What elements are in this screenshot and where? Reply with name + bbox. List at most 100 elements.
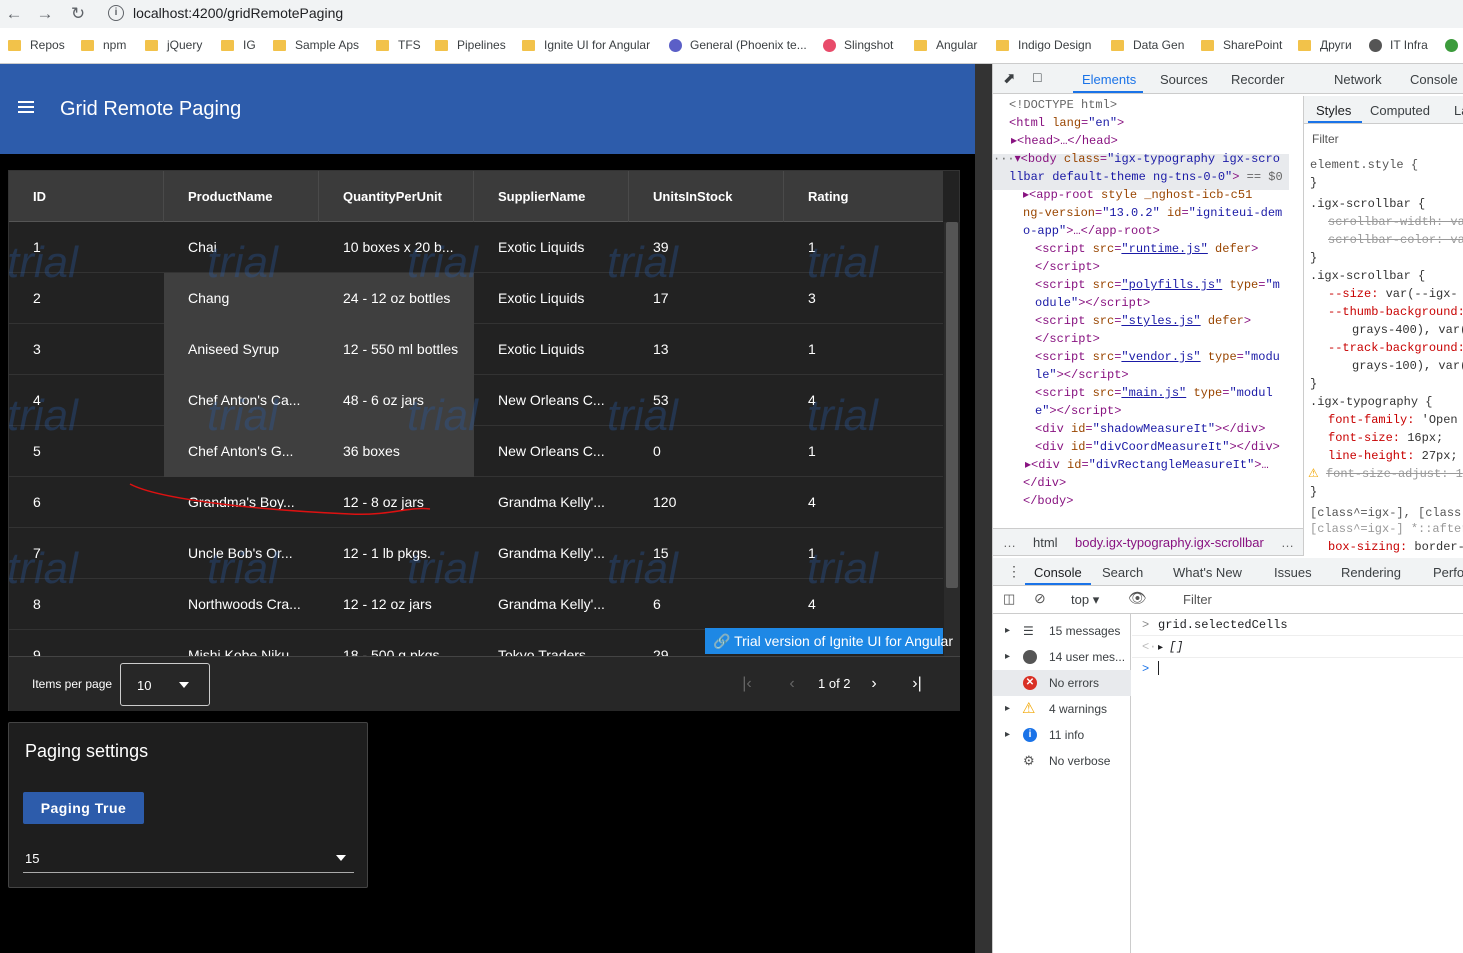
dom-line[interactable]: e"></script> — [1035, 402, 1121, 420]
bug-icon: ⚙ — [1023, 753, 1035, 768]
warning-icon: ⚠ — [1022, 700, 1036, 717]
paging-toggle-button[interactable]: Paging True — [23, 792, 144, 824]
dom-line[interactable]: ▸<head>…</head> — [1011, 132, 1118, 150]
expand-icon: ▸ — [1005, 625, 1011, 636]
dom-line[interactable]: <script src="styles.js" defer> — [1035, 312, 1251, 330]
prompt-icon: > — [1142, 662, 1150, 676]
styles-panel: Styles Computed La Filter element.style … — [1303, 96, 1463, 556]
clear-console-icon[interactable]: ⊘ — [1034, 590, 1046, 607]
tab-layout[interactable]: La — [1454, 103, 1463, 118]
breadcrumb-ellipsis[interactable]: … — [1281, 535, 1294, 550]
annotation-underline-grid — [129, 483, 431, 516]
dom-line[interactable]: <script src="vendor.js" type="modu — [1035, 348, 1280, 366]
sidebar-verbose[interactable]: ⚙ No verbose — [993, 748, 1131, 774]
console-prompt[interactable]: > — [1132, 658, 1463, 680]
style-rule: element.style { — [1310, 158, 1419, 172]
drawer-tab-search[interactable]: Search — [1102, 565, 1143, 580]
style-rule: .igx-scrollbar { — [1310, 197, 1426, 211]
sidebar-errors[interactable]: ✕ No errors — [993, 670, 1131, 696]
expand-icon: ▸ — [1158, 643, 1170, 654]
breadcrumb-body[interactable]: body.igx-typography.igx-scrollbar — [1075, 535, 1264, 550]
style-rule: .igx-typography { — [1310, 395, 1433, 409]
drawer-tab-issues[interactable]: Issues — [1274, 565, 1312, 580]
console-result[interactable]: <· ▸ [] — [1132, 636, 1463, 658]
style-rule: --track-background: — [1328, 341, 1463, 355]
style-rule: scrollbar-width: va — [1328, 215, 1463, 229]
style-rule: box-sizing: border- — [1328, 540, 1463, 554]
dom-line[interactable]: </script> — [1035, 258, 1100, 276]
dom-line[interactable]: <script src="polyfills.js" type="m — [1035, 276, 1280, 294]
style-rule: .igx-scrollbar { — [1310, 269, 1426, 283]
expand-icon: ▸ — [1005, 651, 1011, 662]
style-rule: } — [1310, 251, 1318, 265]
dom-line[interactable]: </body> — [1023, 492, 1073, 510]
dom-line[interactable]: </div> — [1023, 474, 1066, 492]
paging-settings-card: Paging settings Paging True 15 — [8, 722, 368, 888]
chevron-right-icon: > — [1142, 618, 1150, 632]
style-rule: } — [1310, 176, 1318, 190]
dom-line[interactable]: <!DOCTYPE html> — [1009, 96, 1117, 114]
dom-line[interactable]: </script> — [1035, 330, 1100, 348]
tab-computed[interactable]: Computed — [1370, 103, 1430, 118]
tab-console[interactable]: Console — [1410, 72, 1458, 87]
dom-breadcrumbs: … html body.igx-typography.igx-scrollbar… — [993, 528, 1303, 556]
dom-line[interactable]: ▸<div id="divRectangleMeasureIt">… — [1025, 456, 1269, 474]
breadcrumb-ellipsis[interactable]: … — [1003, 535, 1016, 550]
style-rule: line-height: 27px; — [1328, 449, 1458, 463]
return-arrow-icon: <· — [1142, 640, 1157, 654]
console-output: > grid.selectedCells <· ▸ [] > — [1132, 614, 1463, 953]
text-cursor — [1158, 661, 1159, 675]
dom-line[interactable]: ▸<app-root style _nghost-icb-c51 — [1023, 186, 1252, 204]
dom-line[interactable]: <html lang="en"> — [1009, 114, 1124, 132]
drawer-tab-console[interactable]: Console — [1034, 565, 1082, 580]
info-icon: i — [1023, 728, 1037, 742]
dom-line[interactable]: <script src="main.js" type="modul — [1035, 384, 1273, 402]
style-rule: } — [1310, 377, 1318, 391]
dom-line[interactable]: ng-version="13.0.2" id="igniteui-dem — [1023, 204, 1282, 222]
eye-icon[interactable]: 👁 — [1128, 589, 1147, 607]
style-rule: } — [1310, 485, 1318, 499]
console-filter-input[interactable]: Filter — [1183, 592, 1212, 607]
tab-styles[interactable]: Styles — [1316, 103, 1351, 118]
paging-settings-title: Paging settings — [25, 741, 149, 761]
dom-line-selected[interactable]: llbar default-theme ng-tns-0-0"> == $0 — [1009, 168, 1283, 186]
drawer-tab-performance[interactable]: Perfo — [1433, 565, 1463, 580]
devtools-splitter[interactable] — [975, 64, 992, 953]
dom-line-selected[interactable]: ···▾<body class="igx-typography igx-scro — [993, 150, 1280, 168]
dom-line[interactable]: o-app">…</app-root> — [1023, 222, 1160, 240]
style-rule: font-family: 'Open — [1328, 413, 1458, 427]
style-rule: --thumb-background: — [1328, 305, 1463, 319]
dom-line[interactable]: <div id="shadowMeasureIt"></div> — [1035, 420, 1265, 438]
tab-recorder[interactable]: Recorder — [1231, 72, 1284, 87]
devtools-panel: ⬈ □ Elements Sources Recorder Network Co… — [992, 64, 1463, 953]
dom-tree: <!DOCTYPE html> <html lang="en"> ▸<head>… — [993, 96, 1289, 526]
dom-line[interactable]: le"></script> — [1035, 366, 1129, 384]
drawer-tab-whats-new[interactable]: What's New — [1173, 565, 1242, 580]
dom-line[interactable]: odule"></script> — [1035, 294, 1150, 312]
sidebar-user-messages[interactable]: ▸ 14 user mes... — [993, 644, 1131, 670]
style-rule: ⚠ font-size-adjust: 1 — [1308, 467, 1463, 481]
dom-line[interactable]: <script src="runtime.js" defer> — [1035, 240, 1258, 258]
tab-network[interactable]: Network — [1334, 72, 1382, 87]
expand-icon: ▸ — [1005, 703, 1011, 714]
styles-tabs: Styles Computed La — [1304, 96, 1463, 124]
kebab-menu-icon[interactable]: ⋮ — [1007, 563, 1021, 580]
error-icon: ✕ — [1023, 676, 1037, 690]
tab-elements[interactable]: Elements — [1082, 72, 1136, 87]
breadcrumb-html[interactable]: html — [1033, 535, 1058, 550]
drawer-tab-rendering[interactable]: Rendering — [1341, 565, 1401, 580]
inspect-icon[interactable]: ⬈ — [1003, 69, 1016, 87]
page-size-select[interactable]: 15 — [23, 845, 354, 873]
dom-line[interactable]: <div id="divCoordMeasureIt"></div> — [1035, 438, 1280, 456]
sidebar-messages[interactable]: ▸ ☰ 15 messages — [993, 618, 1131, 644]
sidebar-info[interactable]: ▸ i 11 info — [993, 722, 1131, 748]
console-input-echo[interactable]: > grid.selectedCells — [1132, 614, 1463, 636]
device-toolbar-icon[interactable]: □ — [1033, 69, 1041, 85]
devtools-tabs: ⬈ □ Elements Sources Recorder Network Co… — [993, 64, 1463, 94]
sidebar-toggle-icon[interactable]: ◫ — [1003, 591, 1015, 607]
context-select[interactable]: top ▾ — [1071, 592, 1099, 608]
styles-filter-input[interactable]: Filter — [1312, 132, 1339, 146]
expand-icon: ▸ — [1005, 729, 1011, 740]
sidebar-warnings[interactable]: ▸ ⚠ 4 warnings — [993, 696, 1131, 722]
tab-sources[interactable]: Sources — [1160, 72, 1208, 87]
